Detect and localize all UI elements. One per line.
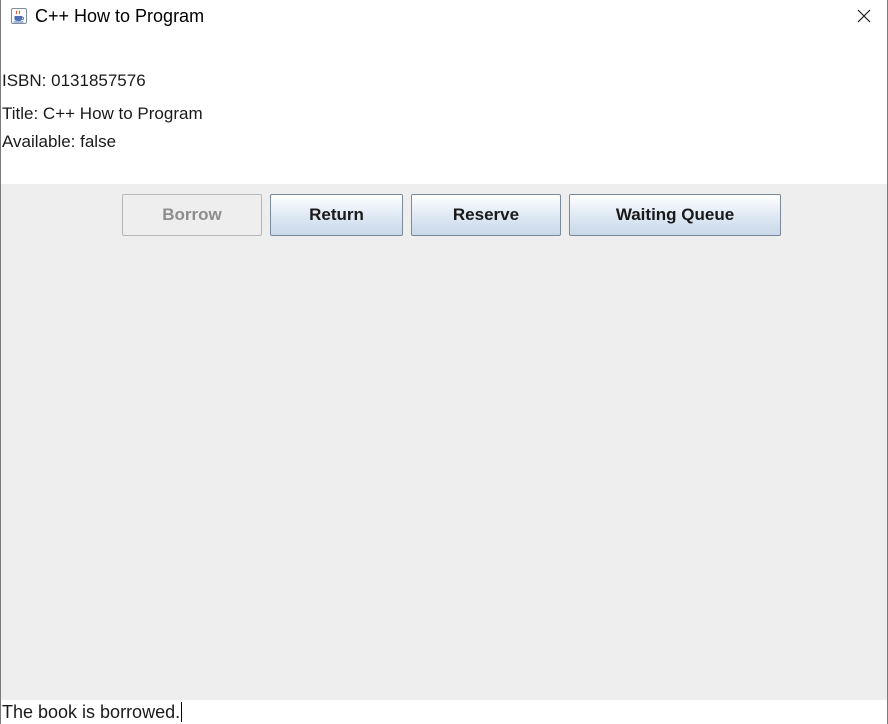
close-button[interactable] xyxy=(841,0,887,32)
reserve-button[interactable]: Reserve xyxy=(411,194,561,236)
window-title: C++ How to Program xyxy=(35,6,205,26)
status-message-field[interactable]: The book is borrowed. xyxy=(2,702,183,722)
waiting-queue-button[interactable]: Waiting Queue xyxy=(569,194,781,236)
close-icon xyxy=(857,9,871,23)
java-cup-icon xyxy=(11,8,27,24)
title-label: Title: C++ How to Program xyxy=(2,104,203,123)
status-area[interactable]: The book is borrowed. xyxy=(1,700,887,724)
title-bar[interactable]: C++ How to Program xyxy=(1,0,887,32)
book-window: ISBN: 0131857576 Title: C++ How to Progr… xyxy=(0,0,888,724)
borrow-button[interactable]: Borrow xyxy=(122,194,262,236)
button-panel: Borrow Return Reserve Waiting Queue xyxy=(1,184,887,700)
text-caret xyxy=(181,702,183,722)
status-message: The book is borrowed. xyxy=(2,702,181,722)
return-button[interactable]: Return xyxy=(270,194,403,236)
isbn-label: ISBN: 0131857576 xyxy=(2,71,146,90)
availability-label: Available: false xyxy=(2,132,117,151)
